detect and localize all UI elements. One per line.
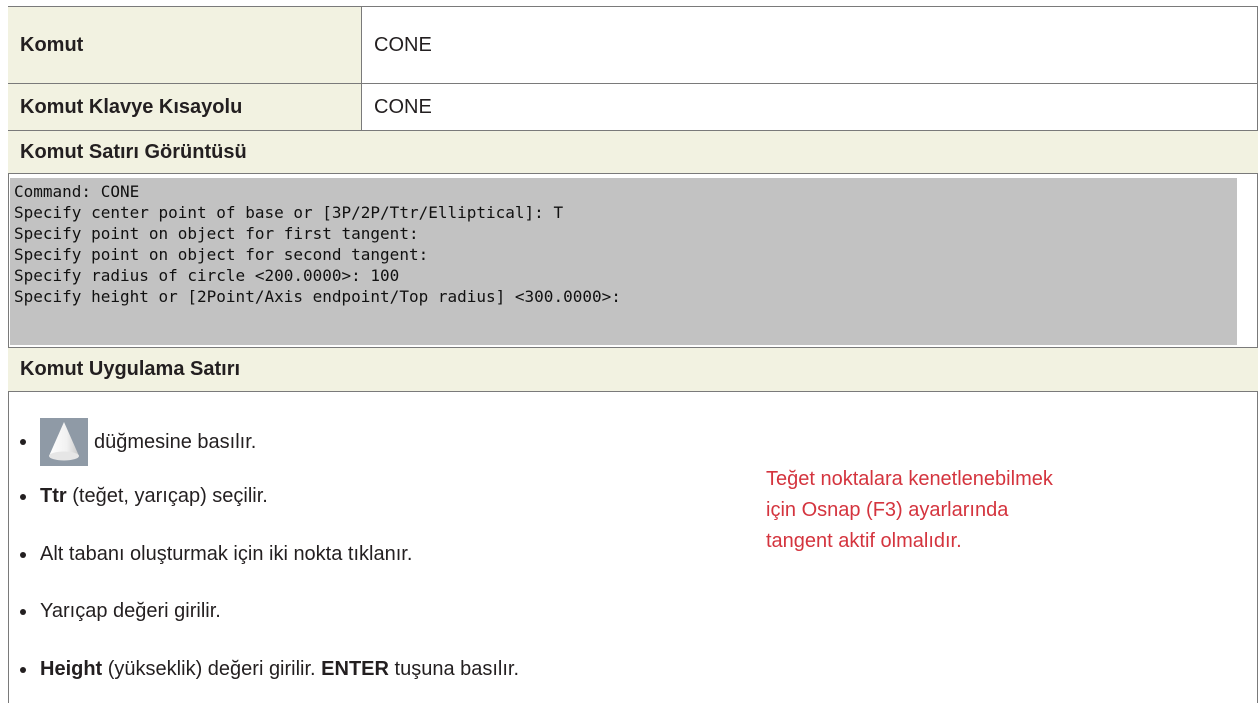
console-line: Specify center point of base or [3P/2P/T… — [14, 203, 564, 222]
step3-text: Alt tabanı oluşturmak için iki nokta tık… — [40, 543, 413, 565]
step5-text2: tuşuna basılır. — [388, 658, 520, 680]
shortcut-value: CONE — [374, 95, 432, 118]
console-line: Specify radius of circle <200.0000>: 100 — [14, 266, 400, 285]
list-item: Height (yükseklik) değeri girilir. ENTER… — [20, 658, 519, 681]
shortcut-row: Komut Klavye Kısayolu CONE — [8, 83, 1258, 130]
bullet-icon — [20, 666, 26, 673]
step5-bold2: ENTER — [321, 658, 389, 680]
bullet-icon — [20, 608, 26, 615]
step4-text: Yarıçap değeri girilir. — [40, 600, 221, 622]
bullet-icon — [20, 439, 26, 445]
console-line: Command: CONE — [14, 182, 140, 201]
bullet-icon — [20, 551, 26, 558]
step2-text: (teğet, yarıçap) seçilir. — [66, 485, 268, 507]
step1-text: düğmesine basılır. — [94, 430, 257, 453]
tangent-note: Teğet noktalara kenetlenebilmek için Osn… — [766, 468, 1053, 552]
cone-icon[interactable] — [40, 418, 88, 466]
list-item: Alt tabanı oluşturmak için iki nokta tık… — [20, 543, 412, 566]
step2-bold: Ttr — [40, 485, 67, 507]
list-item: Yarıçap değeri girilir. — [20, 600, 221, 623]
bullet-icon — [20, 493, 26, 500]
command-value: CONE — [374, 33, 432, 56]
console-line: Specify height or [2Point/Axis endpoint/… — [14, 287, 621, 306]
step5-text1: (yükseklik) değeri girilir. — [102, 658, 322, 680]
console-line: Specify point on object for first tangen… — [14, 224, 419, 243]
list-item: Ttr (teğet, yarıçap) seçilir. — [20, 485, 268, 508]
command-label: Komut — [8, 7, 362, 83]
console-section-title: Komut Satırı Görüntüsü — [8, 130, 1258, 174]
list-item: düğmesine basılır. — [20, 418, 256, 466]
command-console: Command: CONE Specify center point of ba… — [10, 178, 1237, 345]
console-line: Specify point on object for second tange… — [14, 245, 429, 264]
shortcut-label: Komut Klavye Kısayolu — [8, 84, 362, 130]
command-row: Komut CONE — [8, 6, 1258, 83]
steps-section-title: Komut Uygulama Satırı — [8, 347, 1258, 392]
step5-bold1: Height — [40, 658, 103, 680]
